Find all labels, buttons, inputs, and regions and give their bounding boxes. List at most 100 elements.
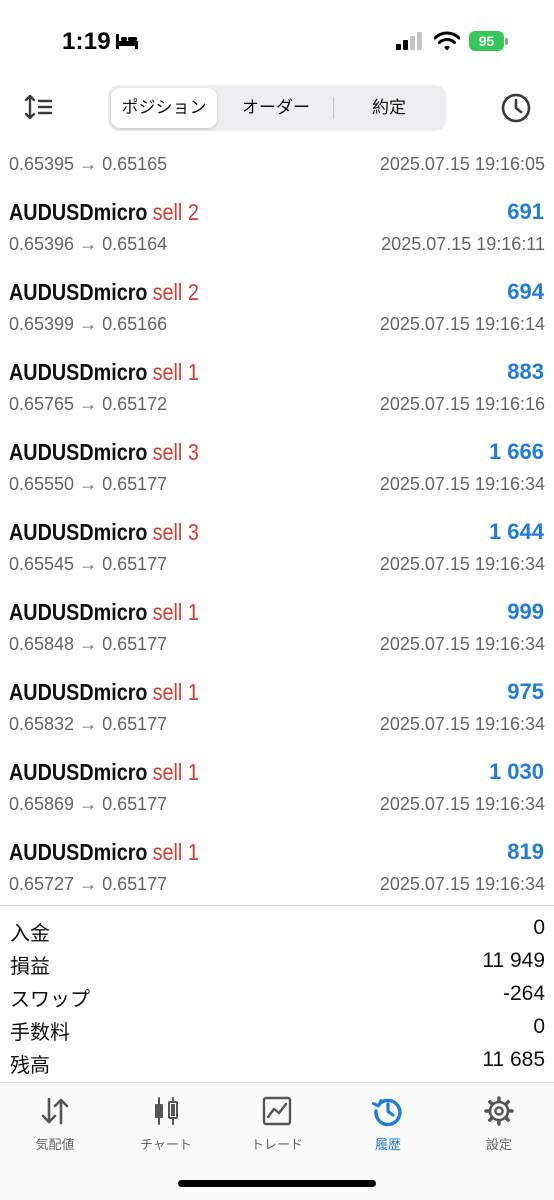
deal-title: AUDUSDmicro sell 1 [9,839,199,866]
price-range: 0.65765 → 0.65172 [9,394,168,414]
symbol: AUDUSDmicro [9,439,148,465]
symbol: AUDUSDmicro [9,199,148,225]
tab-trade[interactable]: トレード [227,1095,327,1155]
deal-title: AUDUSDmicro sell 2 [9,199,199,226]
tab-history[interactable]: 履歴 [338,1095,438,1155]
deal-title: AUDUSDmicro sell 2 [9,279,199,306]
symbol: AUDUSDmicro [9,679,148,705]
deal-time: 2025.07.15 19:16:34 [379,874,545,894]
battery-level: 95 [469,31,504,51]
deal-title: AUDUSDmicro sell 1 [9,599,199,626]
price-range: 0.65869 → 0.65177 [9,794,168,814]
deal-title: AUDUSDmicro sell 1 [9,759,199,786]
deal-time: 2025.07.15 19:16:34 [379,554,545,574]
tab-chart[interactable]: チャート [116,1095,216,1155]
deal-time: 2025.07.15 19:16:11 [381,234,545,254]
settings-icon [484,1096,514,1126]
chart-icon [155,1097,178,1125]
deal-time: 2025.07.15 19:16:34 [379,474,545,494]
side-volume: sell 1 [152,599,199,625]
summary-balance: 残高 11 685 [0,1044,554,1077]
list-item[interactable]: AUDUSDmicro sell 1 883 0.65765 → 0.65172 … [0,347,554,427]
profit: 975 [507,679,544,704]
profit: 691 [507,199,544,224]
trade-icon [262,1096,292,1126]
side-volume: sell 1 [152,839,199,865]
profit: 883 [507,359,544,384]
summary-label: スワップ [10,989,90,1011]
status-time: 1:19 [62,28,111,55]
price-range: 0.65832 → 0.65177 [9,714,168,734]
profit: 1 030 [488,759,544,784]
deal-title: AUDUSDmicro sell 3 [9,519,199,546]
symbol: AUDUSDmicro [9,599,148,625]
summary-value: -264 [502,982,545,1005]
deal-title: AUDUSDmicro sell 3 [9,439,199,466]
symbol: AUDUSDmicro [9,359,148,385]
symbol: AUDUSDmicro [9,279,148,305]
deal-time: 2025.07.15 19:16:34 [379,714,545,734]
quotes-icon [41,1097,69,1125]
summary-label: 残高 [10,1055,50,1077]
summary-value: 11 685 [482,1048,545,1071]
list-item[interactable]: AUDUSDmicro sell 3 1 666 0.65550 → 0.6517… [0,427,554,507]
list-item[interactable]: AUDUSDmicro sell 3 1 644 0.65545 → 0.6517… [0,507,554,587]
summary-deposit: 入金 0 [0,912,554,945]
list-item[interactable]: AUDUSDmicro sell 1 1 030 0.65869 → 0.6517… [0,747,554,827]
list-item[interactable]: AUDUSDmicro sell 2 691 0.65396 → 0.65164 … [0,187,554,267]
side-volume: sell 1 [152,679,199,705]
side-volume: sell 1 [152,359,199,385]
summary-label: 入金 [10,923,50,945]
wifi-icon [434,31,460,51]
tab-quotes[interactable]: 気配値 [5,1095,105,1155]
side-volume: sell 2 [152,199,199,225]
cellular-signal-icon [396,32,422,50]
list-item-partial[interactable]: 0.65395 → 0.65165 2025.07.15 19:16:05 [0,107,554,187]
battery-cap [505,38,508,45]
profit: 694 [507,279,544,304]
list-item[interactable]: AUDUSDmicro sell 1 975 0.65832 → 0.65177 … [0,667,554,747]
summary-label: 手数料 [10,1022,70,1044]
price-range: 0.65727 → 0.65177 [9,874,168,894]
summary-value: 11 949 [482,949,545,972]
profit: 999 [507,599,544,624]
summary-divider [0,905,554,906]
tab-settings[interactable]: 設定 [449,1095,549,1155]
symbol: AUDUSDmicro [9,519,148,545]
deal-title: AUDUSDmicro sell 1 [9,679,199,706]
tab-label: トレード [250,1137,303,1152]
side-volume: sell 3 [152,439,199,465]
sleep-focus-icon [116,34,138,49]
deal-time: 2025.07.15 19:16:34 [379,794,545,814]
tab-label: 気配値 [35,1137,75,1152]
summary-profit: 損益 11 949 [0,945,554,978]
tab-label: 履歴 [374,1137,401,1152]
price-range: 0.65395 → 0.65165 [9,154,168,174]
side-volume: sell 1 [152,759,199,785]
summary-label: 損益 [10,956,50,978]
profit: 1 644 [488,519,544,544]
deal-time: 2025.07.15 19:16:14 [379,314,545,334]
list-item[interactable]: AUDUSDmicro sell 1 999 0.65848 → 0.65177 … [0,587,554,667]
tab-label: 設定 [485,1137,512,1152]
price-range: 0.65396 → 0.65164 [9,234,168,254]
home-indicator[interactable] [178,1180,376,1187]
summary-swap: スワップ -264 [0,978,554,1011]
list-item[interactable]: AUDUSDmicro sell 1 819 0.65727 → 0.65177 … [0,827,554,907]
battery-indicator: 95 [469,31,509,51]
deal-time: 2025.07.15 19:16:34 [379,634,545,654]
summary-value: 0 [533,1015,545,1038]
side-volume: sell 2 [152,279,199,305]
summary-value: 0 [533,916,545,939]
history-icon [372,1098,402,1127]
price-range: 0.65399 → 0.65166 [9,314,168,334]
tab-label: チャート [140,1137,192,1152]
deal-title: AUDUSDmicro sell 1 [9,359,199,386]
deal-time: 2025.07.15 19:16:05 [379,154,545,174]
summary-commission: 手数料 0 [0,1011,554,1044]
status-bar: 1:19 95 [0,0,554,80]
profit: 1 666 [488,439,544,464]
list-item[interactable]: AUDUSDmicro sell 2 694 0.65399 → 0.65166 … [0,267,554,347]
side-volume: sell 3 [152,519,199,545]
deal-time: 2025.07.15 19:16:16 [379,394,545,414]
